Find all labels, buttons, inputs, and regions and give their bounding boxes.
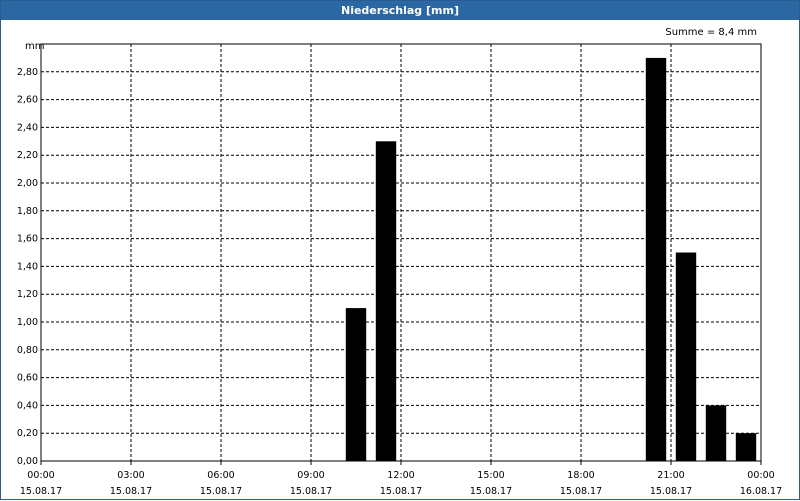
- y-tick-label: 0,20: [17, 428, 38, 439]
- precipitation-bar: [675, 252, 697, 461]
- x-tick-time-label: 12:00: [387, 470, 414, 481]
- x-tick-date-label: 15.08.17: [290, 486, 332, 497]
- x-tick-date-label: 15.08.17: [200, 486, 242, 497]
- precipitation-bar: [345, 308, 367, 461]
- x-tick-time-label: 06:00: [207, 470, 234, 481]
- x-tick-time-label: 03:00: [117, 470, 144, 481]
- y-tick-label: 1,20: [17, 289, 38, 300]
- y-tick-label: 0,60: [17, 373, 38, 384]
- precipitation-bar: [375, 141, 397, 462]
- y-tick-label: 2,00: [17, 178, 38, 189]
- x-tick-date-label: 15.08.17: [560, 486, 602, 497]
- precipitation-bar: [735, 433, 757, 461]
- y-tick-label: 2,40: [17, 122, 38, 133]
- y-tick-label: 0,40: [17, 400, 38, 411]
- y-tick-label: 2,20: [17, 150, 38, 161]
- y-tick-label: 1,40: [17, 261, 38, 272]
- x-tick-date-label: 15.08.17: [650, 486, 692, 497]
- y-tick-label: 1,80: [17, 206, 38, 217]
- x-tick-time-label: 21:00: [657, 470, 684, 481]
- y-tick-label: 2,60: [17, 95, 38, 106]
- x-tick-time-label: 18:00: [567, 470, 594, 481]
- chart-window: Niederschlag [mm] Summe = 8,4 mm mm 0,00…: [0, 0, 800, 500]
- x-tick-time-label: 09:00: [297, 470, 324, 481]
- y-tick-label: 0,00: [17, 456, 38, 467]
- plot-area: 0,00 0,20 0,40 0,60 0,80 1,00 1,20 1,40 1,60 1,80…: [17, 43, 782, 497]
- y-tick-label: 1,60: [17, 234, 38, 245]
- precipitation-bar: [705, 405, 727, 461]
- precipitation-bar: [645, 57, 667, 462]
- x-tick-time-label: 15:00: [477, 470, 504, 481]
- y-tick-label: 0,80: [17, 345, 38, 356]
- x-tick-date-label: 15.08.17: [20, 486, 62, 497]
- x-tick-date-label: 15.08.17: [110, 486, 152, 497]
- x-tick-date-label: 15.08.17: [380, 486, 422, 497]
- y-tick-label: 1,00: [17, 317, 38, 328]
- x-tick-time-label: 00:00: [747, 470, 774, 481]
- x-tick-time-label: 00:00: [27, 470, 54, 481]
- x-tick-date-label: 16.08.17: [740, 486, 782, 497]
- y-tick-label: 2,80: [17, 67, 38, 78]
- x-tick-date-label: 15.08.17: [470, 486, 512, 497]
